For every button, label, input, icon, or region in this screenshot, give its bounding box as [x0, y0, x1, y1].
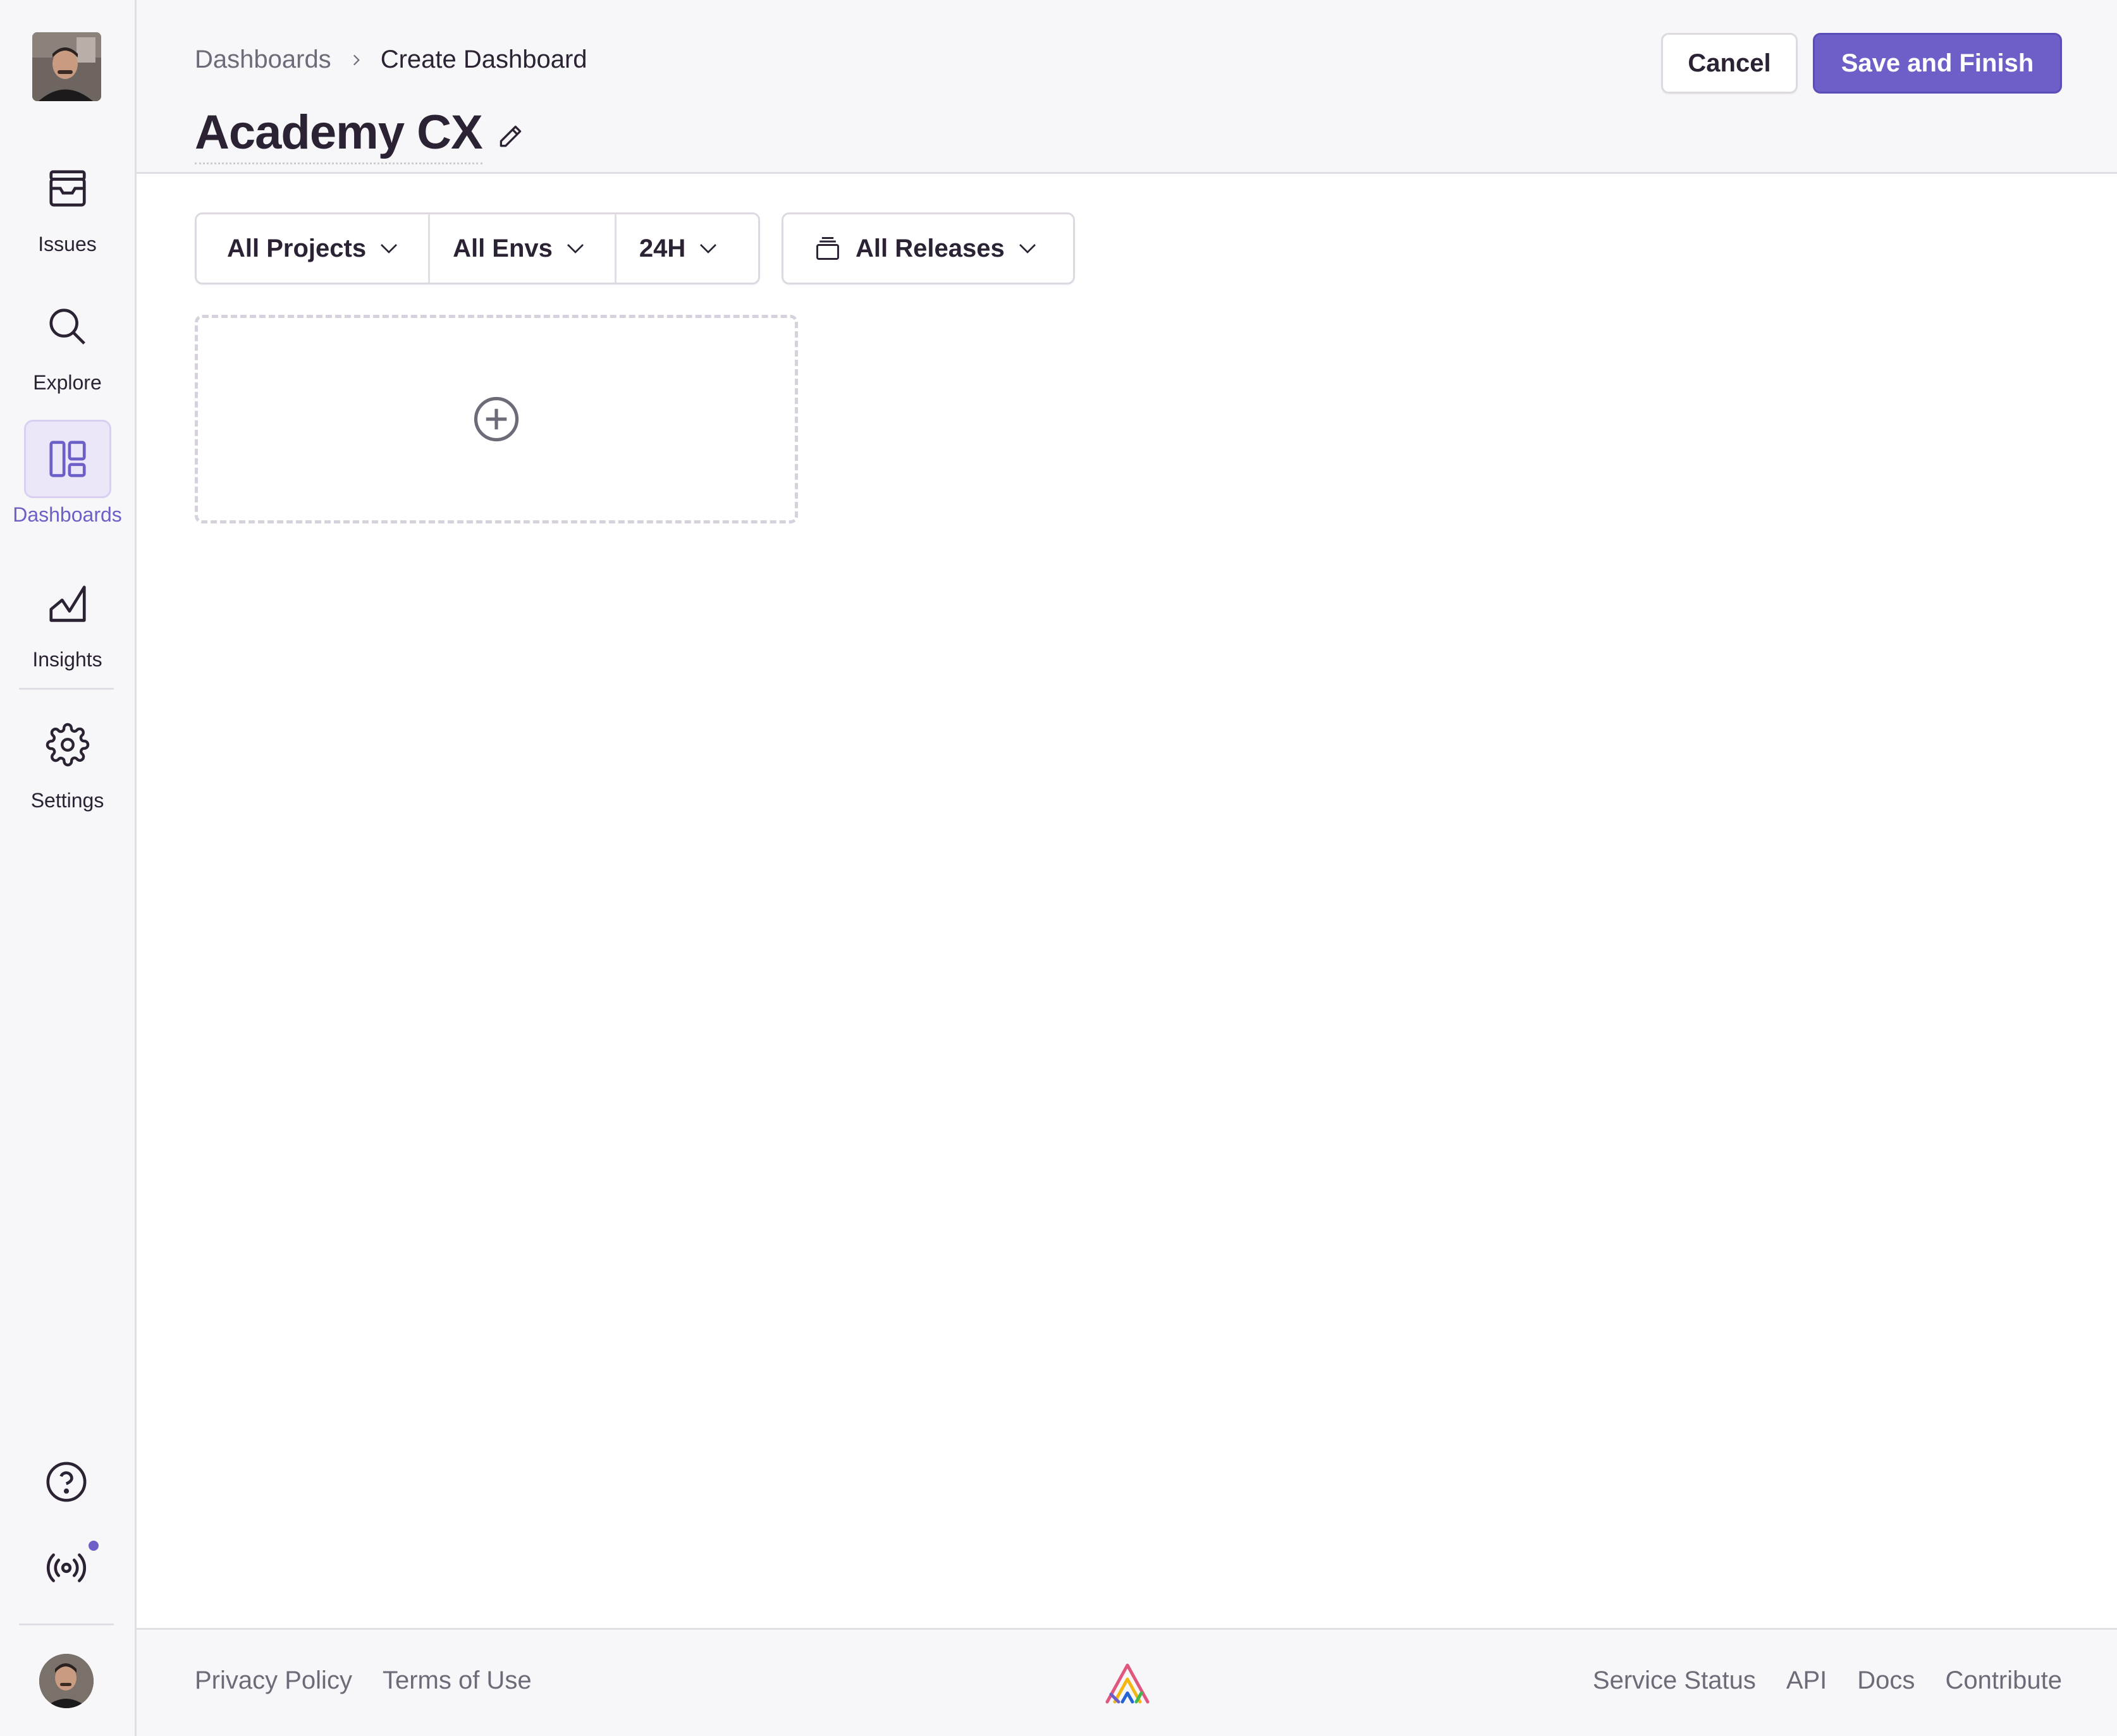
docs-link[interactable]: Docs — [1857, 1666, 1915, 1695]
chevron-down-icon — [377, 237, 400, 260]
page-filter-bar: All Projects All Envs 24H — [195, 212, 760, 284]
contribute-link[interactable]: Contribute — [1945, 1666, 2062, 1695]
service-status-link[interactable]: Service Status — [1593, 1666, 1756, 1695]
user-avatar-image — [39, 1654, 94, 1708]
gear-icon — [46, 723, 89, 767]
releases-icon — [814, 235, 842, 262]
sidebar-divider-bottom — [19, 1623, 114, 1625]
privacy-policy-link[interactable]: Privacy Policy — [195, 1666, 352, 1695]
terms-of-use-link[interactable]: Terms of Use — [383, 1666, 532, 1695]
issues-icon-box — [24, 149, 111, 228]
sidebar-item-dashboards[interactable]: Dashboards — [0, 420, 135, 527]
environment-filter-label: All Envs — [453, 234, 553, 262]
chevron-down-icon — [697, 237, 720, 260]
chevron-down-icon — [564, 237, 587, 260]
search-icon — [49, 309, 85, 345]
sidebar-item-issues[interactable]: Issues — [0, 149, 135, 256]
breadcrumb-dashboards-link[interactable]: Dashboards — [195, 46, 331, 74]
sidebar-item-label: Explore — [33, 371, 102, 394]
user-avatar[interactable] — [39, 1654, 94, 1708]
release-filter[interactable]: All Releases — [782, 212, 1075, 284]
org-avatar-image — [32, 32, 101, 101]
chevron-down-icon — [1016, 237, 1039, 260]
footer-right-links: Service Status API Docs Contribute — [1562, 1666, 2062, 1695]
date-range-filter-label: 24H — [639, 234, 686, 262]
issues-icon — [49, 170, 86, 207]
insights-icon-box — [24, 565, 111, 643]
add-circle-icon — [474, 396, 519, 442]
sentry-logo-icon — [1103, 1661, 1151, 1709]
sidebar-item-settings[interactable]: Settings — [0, 706, 135, 812]
date-range-filter[interactable]: 24H — [614, 214, 747, 283]
broadcasts-button[interactable] — [42, 1543, 91, 1592]
chevron-right-icon — [348, 52, 364, 68]
title-row: Academy CX — [195, 105, 524, 164]
sidebar-item-label: Issues — [38, 233, 97, 255]
dashboards-icon-box — [23, 420, 111, 498]
project-filter-label: All Projects — [227, 234, 367, 262]
org-avatar[interactable] — [32, 32, 101, 101]
api-link[interactable]: API — [1786, 1666, 1827, 1695]
cancel-button[interactable]: Cancel — [1661, 33, 1798, 94]
footer-left-links: Privacy Policy Terms of Use — [195, 1666, 562, 1695]
breadcrumb-current: Create Dashboard — [380, 46, 587, 73]
explore-icon-box — [24, 288, 111, 366]
page-title[interactable]: Academy CX — [195, 105, 483, 164]
sidebar-item-explore[interactable]: Explore — [0, 288, 135, 394]
sidebar-divider — [19, 688, 114, 690]
save-and-finish-button[interactable]: Save and Finish — [1813, 33, 2062, 94]
sidebar-item-label: Settings — [30, 789, 104, 812]
dashboards-icon — [49, 441, 86, 477]
breadcrumb: Dashboards Create Dashboard — [195, 46, 587, 74]
project-filter[interactable]: All Projects — [197, 214, 428, 283]
settings-icon-box — [24, 706, 111, 784]
page-header: Dashboards Create Dashboard Academy CX C… — [137, 0, 2117, 174]
insights-icon — [49, 585, 86, 622]
notification-dot — [89, 1541, 99, 1551]
sidebar-item-insights[interactable]: Insights — [0, 565, 135, 671]
broadcast-icon — [46, 1553, 87, 1582]
footer: Privacy Policy Terms of Use Service Stat… — [137, 1628, 2117, 1736]
release-filter-label: All Releases — [856, 234, 1005, 262]
sidebar-item-label: Dashboards — [13, 503, 122, 526]
sidebar-item-label: Insights — [32, 648, 102, 671]
help-icon — [46, 1462, 87, 1502]
pencil-icon[interactable] — [496, 123, 524, 154]
add-widget-button[interactable] — [195, 315, 798, 523]
help-button[interactable] — [42, 1457, 91, 1507]
sidebar: Issues Explore Dashboards Insights Setti… — [0, 0, 137, 1736]
environment-filter[interactable]: All Envs — [428, 214, 615, 283]
